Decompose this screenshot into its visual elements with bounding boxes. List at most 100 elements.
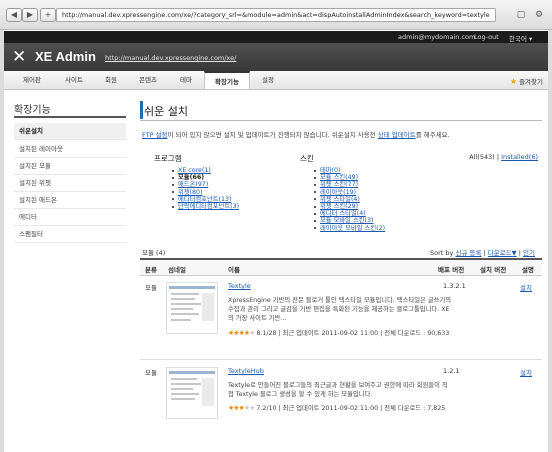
table-row: 모듈 TextyleHub Textyle로 만들어진 블로그들의 최근글과 현… xyxy=(140,361,542,435)
sidebar-item-addons[interactable]: 설치된 애드온 xyxy=(14,192,126,209)
category-link[interactable]: 레이아웃(19) xyxy=(312,189,385,196)
row-category: 모듈 xyxy=(145,369,157,377)
install-link[interactable]: 설치 xyxy=(520,282,532,292)
module-thumbnail[interactable] xyxy=(166,282,218,334)
category-link[interactable]: 에디터컴포넌트(13) xyxy=(170,196,239,203)
menu-extension[interactable]: 확장기능 xyxy=(204,71,250,89)
main-menu: 제어판 사이트 회원 콘텐츠 테마 확장기능 설정 ★ 즐겨찾기 xyxy=(4,71,548,90)
column-header: 섬네일 xyxy=(168,266,186,274)
module-name-link[interactable]: TextyleHub xyxy=(228,367,264,375)
menu-dashboard[interactable]: 제어판 xyxy=(12,71,52,89)
admin-title[interactable]: XE Admin xyxy=(35,49,96,64)
sidebar-item-widgets[interactable]: 설치된 위젯 xyxy=(14,175,126,192)
address-bar[interactable]: http://manual.dev.xpressengine.com/xe/?c… xyxy=(56,8,496,22)
category-panel: 프로그램 XE core(1) 모듈(66) 애드온(97) 위젯(80) 에디… xyxy=(142,143,542,236)
sidebar-item-editor[interactable]: 에디터 xyxy=(14,209,126,226)
site-link[interactable]: http://manual.dev.xpressengine.com/xe/ xyxy=(105,54,236,62)
sort-popular-link[interactable]: 인기 xyxy=(523,249,535,257)
category-link[interactable]: 애드온(97) xyxy=(170,181,239,188)
page-title: 쉬운 설치 xyxy=(144,105,188,118)
category-link[interactable]: 위젯 스타일(4) xyxy=(312,196,385,203)
title-accent xyxy=(140,101,143,119)
window-frame-right xyxy=(548,30,552,452)
thumbnail-line xyxy=(171,313,199,315)
thumbnail-bar xyxy=(169,286,215,289)
column-header: 설명 xyxy=(522,266,534,274)
thumbnail-line xyxy=(171,298,195,300)
ftp-settings-link[interactable]: FTP 설정 xyxy=(142,131,168,139)
column-header: 분류 xyxy=(145,266,157,274)
category-link[interactable]: 위젯(80) xyxy=(170,189,239,196)
thumbnail-line xyxy=(171,398,195,400)
category-link[interactable]: 위젯 스킨(77) xyxy=(312,181,385,188)
intro-part-1: 이 되어 있지 않으면 설치 및 업데이트가 진행되지 않습니다. 쉬운설치 사… xyxy=(167,131,378,139)
intro-part-2: 를 해주세요. xyxy=(415,131,450,139)
column-header: 설치 버전 xyxy=(480,266,507,274)
title-divider xyxy=(140,120,542,121)
result-count: 모듈 (4) xyxy=(142,249,166,257)
category-link[interactable]: 레이아웃 모바일 스킨(2) xyxy=(312,225,385,232)
skin-list: 테마(0) 모듈 스킨(49) 위젯 스킨(77) 레이아웃(19) 위젯 스타… xyxy=(312,167,385,232)
logout-link[interactable]: Log-out xyxy=(474,33,499,41)
xe-logo-icon: ✕ xyxy=(12,47,27,67)
program-list: XE core(1) 모듈(66) 애드온(97) 위젯(80) 에디터컴포넌트… xyxy=(170,167,239,210)
page-icon[interactable]: ▢ xyxy=(514,9,528,21)
sort-download-link[interactable]: 다운로드▼ xyxy=(488,249,517,257)
rating-stars-icon: ★★★★★ xyxy=(228,329,255,337)
sort-new-link[interactable]: 신규 등록 xyxy=(455,249,481,257)
sidebar-divider xyxy=(14,116,126,118)
admin-header: ✕ XE Admin http://manual.dev.xpressengin… xyxy=(4,43,548,71)
sidebar-item-modules[interactable]: 설치된 모듈 xyxy=(14,158,126,175)
menu-site[interactable]: 사이트 xyxy=(54,71,94,89)
module-description: Textyle로 만들어진 블로그들의 최근글과 현황을 보여주고 권한에 따라… xyxy=(228,382,448,398)
row-category: 모듈 xyxy=(145,284,157,292)
thumbnail-line xyxy=(171,393,199,395)
new-tab-button[interactable]: + xyxy=(40,8,56,22)
module-thumbnail[interactable] xyxy=(166,367,218,419)
thumbnail-line xyxy=(171,378,197,380)
rating-stars-icon: ★★★★★ xyxy=(228,404,255,412)
thumbnail-line xyxy=(171,388,193,390)
menu-theme[interactable]: 테마 xyxy=(170,71,202,89)
favorites-link[interactable]: ★ 즐겨찾기 xyxy=(510,76,543,86)
status-update-link[interactable]: 상태 업데이트 xyxy=(378,131,416,139)
thumbnail-sidebar xyxy=(202,378,214,406)
rating-text: 7.2/10 | 최근 업데이트 2011-09-02 11:00 | 전체 다… xyxy=(256,405,446,412)
category-link[interactable]: 모듈 모바일 스킨(3) xyxy=(312,217,385,224)
forward-button[interactable]: ▶ xyxy=(22,8,38,22)
install-link[interactable]: 설치 xyxy=(520,367,532,377)
wrench-icon[interactable]: ⚙ xyxy=(532,9,546,21)
rating-text: 8.1/28 | 최근 업데이트 2011-09-02 11:00 | 전체 다… xyxy=(256,330,450,337)
all-count[interactable]: All(543) xyxy=(469,153,495,161)
admin-topbar: admin@mydomain.com Log-out 한국어 ▾ xyxy=(4,31,548,43)
thumbnail-line xyxy=(171,293,199,295)
sidebar-item-spamfilter[interactable]: 스팸필터 xyxy=(14,226,126,243)
sidebar-item-easy-install[interactable]: 쉬운설치 xyxy=(14,123,126,140)
admin-email: admin@mydomain.com xyxy=(398,33,476,41)
category-link[interactable]: 단락에디터컴포넌트(3) xyxy=(170,203,239,210)
release-version: 1.3.2.1 xyxy=(443,282,466,290)
menu-settings[interactable]: 설정 xyxy=(252,71,284,89)
menu-content[interactable]: 콘텐츠 xyxy=(128,71,168,89)
window-frame-left xyxy=(0,30,4,452)
sidebar-item-layouts[interactable]: 설치된 레이아웃 xyxy=(14,141,126,158)
skin-heading: 스킨 xyxy=(300,154,314,163)
release-version: 1.2.1 xyxy=(443,367,460,375)
language-select[interactable]: 한국어 ▾ xyxy=(509,33,532,43)
menu-member[interactable]: 회원 xyxy=(96,71,126,89)
thumbnail-line xyxy=(171,303,201,305)
module-name-link[interactable]: Textyle xyxy=(228,282,251,290)
browser-toolbar: ◀ ▶ + http://manual.dev.xpressengine.com… xyxy=(0,0,552,30)
thumbnail-line xyxy=(171,308,193,310)
table-header: 분류 섬네일 이름 배포 버전 설치 버전 설명 xyxy=(140,258,542,276)
back-button[interactable]: ◀ xyxy=(6,8,22,22)
column-header: 배포 버전 xyxy=(438,266,465,274)
sort-controls: Sort by 신규 등록 | 다운로드▼ | 인기 xyxy=(430,249,535,257)
module-meta: ★★★★★ 8.1/28 | 최근 업데이트 2011-09-02 11:00 … xyxy=(228,329,452,338)
thumbnail-bar xyxy=(169,371,215,374)
category-summary: All(543) | Installed(6) xyxy=(469,153,538,161)
installed-link[interactable]: Installed(6) xyxy=(501,153,538,161)
program-heading: 프로그램 xyxy=(154,154,182,163)
thumbnail-sidebar xyxy=(202,293,214,321)
module-meta: ★★★★★ 7.2/10 | 최근 업데이트 2011-09-02 11:00 … xyxy=(228,404,452,413)
